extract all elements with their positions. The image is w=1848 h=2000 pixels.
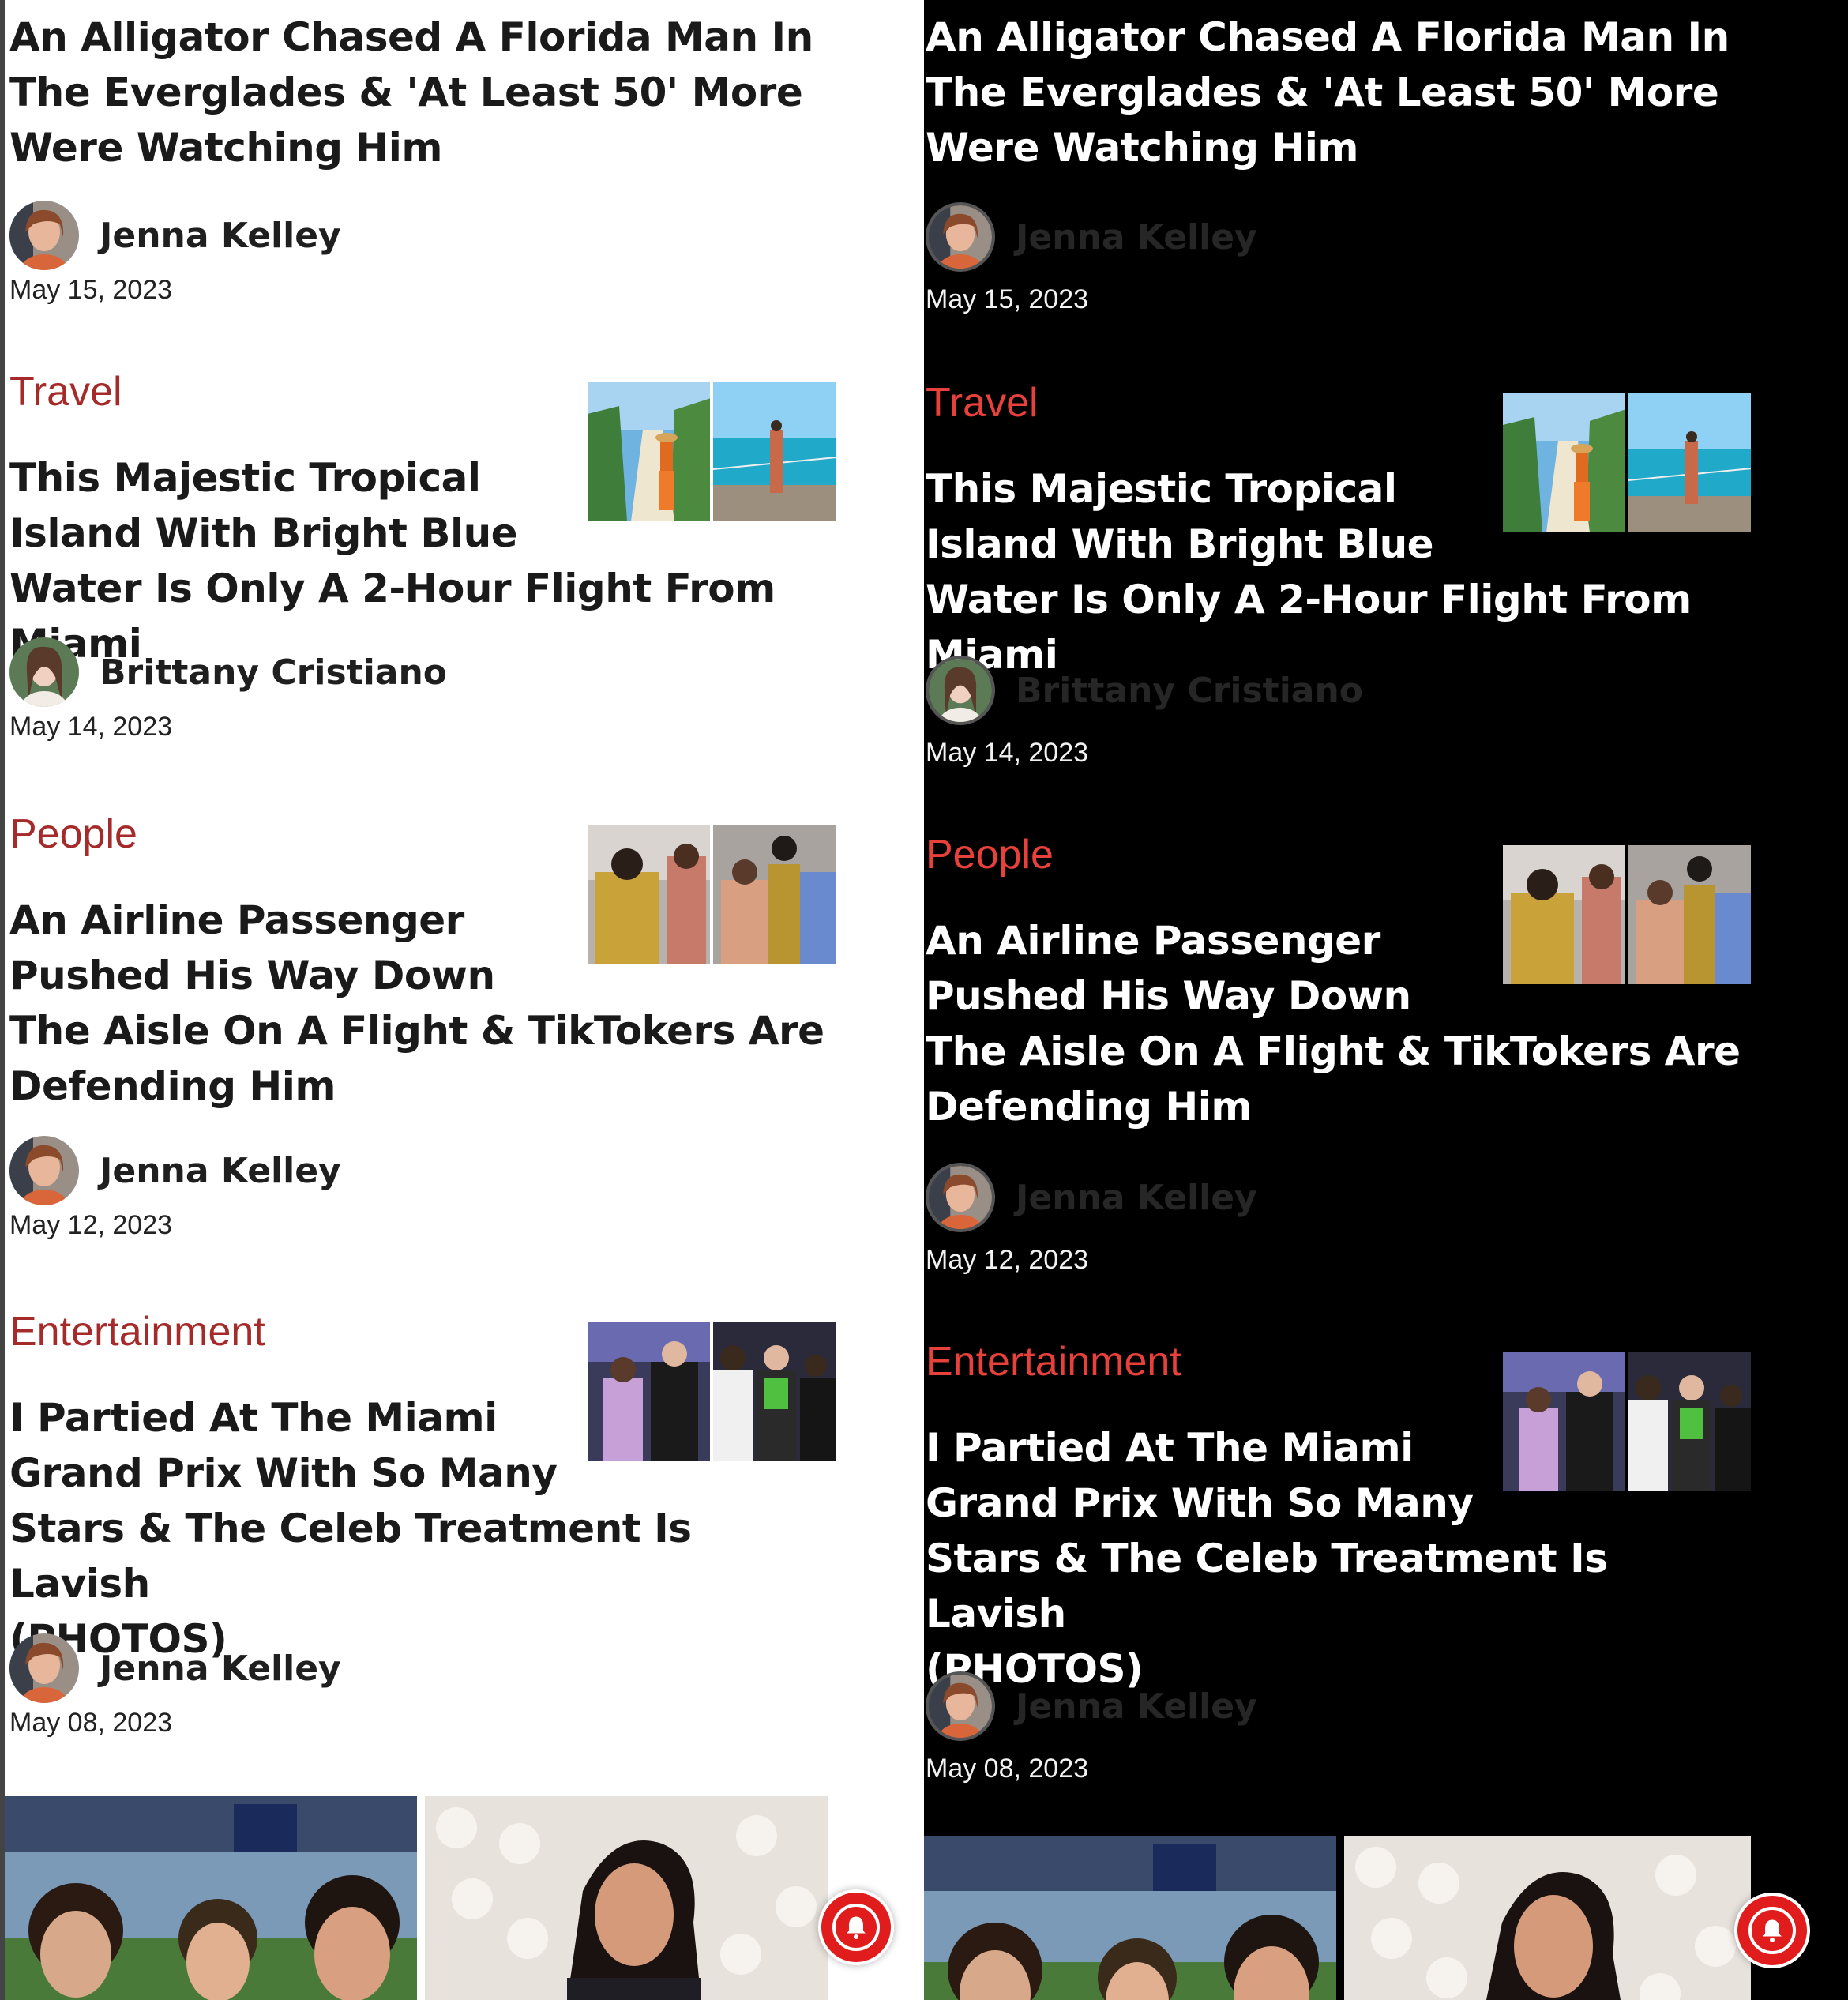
author-avatar[interactable]: [9, 201, 79, 270]
notification-bell-button[interactable]: [818, 1889, 894, 1965]
author-name[interactable]: Brittany Cristiano: [1016, 671, 1363, 711]
publish-date: May 14, 2023: [926, 738, 1089, 768]
publish-date: May 12, 2023: [9, 1210, 173, 1240]
publish-date: May 15, 2023: [9, 275, 173, 305]
byline: Brittany Cristiano May 14, 2023: [926, 654, 1755, 769]
author-avatar[interactable]: [926, 202, 995, 272]
article-thumbnail[interactable]: [1503, 393, 1751, 532]
article-thumbnail[interactable]: [1503, 1352, 1751, 1491]
byline: Jenna Kelley May 12, 2023: [9, 1134, 839, 1241]
byline: Jenna Kelley May 15, 2023: [926, 201, 1755, 315]
featured-photo-stadium[interactable]: [5, 1796, 417, 2000]
author-avatar[interactable]: [9, 1136, 79, 1205]
author-avatar[interactable]: [9, 637, 79, 707]
featured-photo-portrait[interactable]: [425, 1796, 828, 2000]
featured-photo-stadium[interactable]: [924, 1836, 1336, 2000]
publish-date: May 08, 2023: [9, 1708, 173, 1738]
bell-icon: [1763, 1919, 1782, 1942]
article-title[interactable]: An Alligator Chased A Florida Man In The…: [926, 9, 1763, 175]
publish-date: May 15, 2023: [926, 284, 1089, 314]
author-name[interactable]: Jenna Kelley: [1016, 217, 1257, 258]
byline: Jenna Kelley May 08, 2023: [9, 1632, 839, 1739]
bell-icon: [847, 1916, 866, 1939]
article-thumbnail[interactable]: [1503, 845, 1751, 984]
author-name[interactable]: Jenna Kelley: [1016, 1686, 1257, 1727]
featured-photos[interactable]: [924, 1836, 1751, 2000]
light-theme-panel: An Alligator Chased A Florida Man In The…: [0, 0, 924, 2000]
notification-bell-button[interactable]: [1734, 1893, 1810, 1968]
author-avatar[interactable]: [926, 656, 995, 725]
byline: Brittany Cristiano May 14, 2023: [9, 636, 839, 742]
publish-date: May 08, 2023: [926, 1754, 1089, 1784]
author-name[interactable]: Jenna Kelley: [1016, 1178, 1257, 1218]
publish-date: May 14, 2023: [9, 712, 173, 742]
byline: Jenna Kelley May 08, 2023: [926, 1670, 1755, 1784]
author-name[interactable]: Jenna Kelley: [100, 1648, 341, 1689]
article-thumbnail[interactable]: [588, 1322, 836, 1461]
dark-theme-panel: An Alligator Chased A Florida Man In The…: [924, 0, 1848, 2000]
article-thumbnail[interactable]: [588, 825, 836, 964]
author-name[interactable]: Brittany Cristiano: [100, 652, 447, 693]
featured-photos[interactable]: [5, 1796, 828, 2000]
byline: Jenna Kelley May 15, 2023: [9, 199, 839, 306]
author-avatar[interactable]: [926, 1671, 995, 1741]
article-1[interactable]: An Alligator Chased A Florida Man In The…: [926, 9, 1755, 175]
author-avatar[interactable]: [9, 1633, 79, 1703]
publish-date: May 12, 2023: [926, 1245, 1089, 1275]
featured-photo-portrait[interactable]: [1344, 1836, 1751, 2000]
author-avatar[interactable]: [926, 1163, 995, 1232]
author-name[interactable]: Jenna Kelley: [100, 1151, 341, 1191]
author-name[interactable]: Jenna Kelley: [100, 216, 341, 256]
article-title[interactable]: An Alligator Chased A Florida Man In The…: [9, 9, 839, 175]
byline: Jenna Kelley May 12, 2023: [926, 1161, 1755, 1276]
article-thumbnail[interactable]: [588, 382, 836, 521]
article-1[interactable]: An Alligator Chased A Florida Man In The…: [9, 9, 839, 175]
